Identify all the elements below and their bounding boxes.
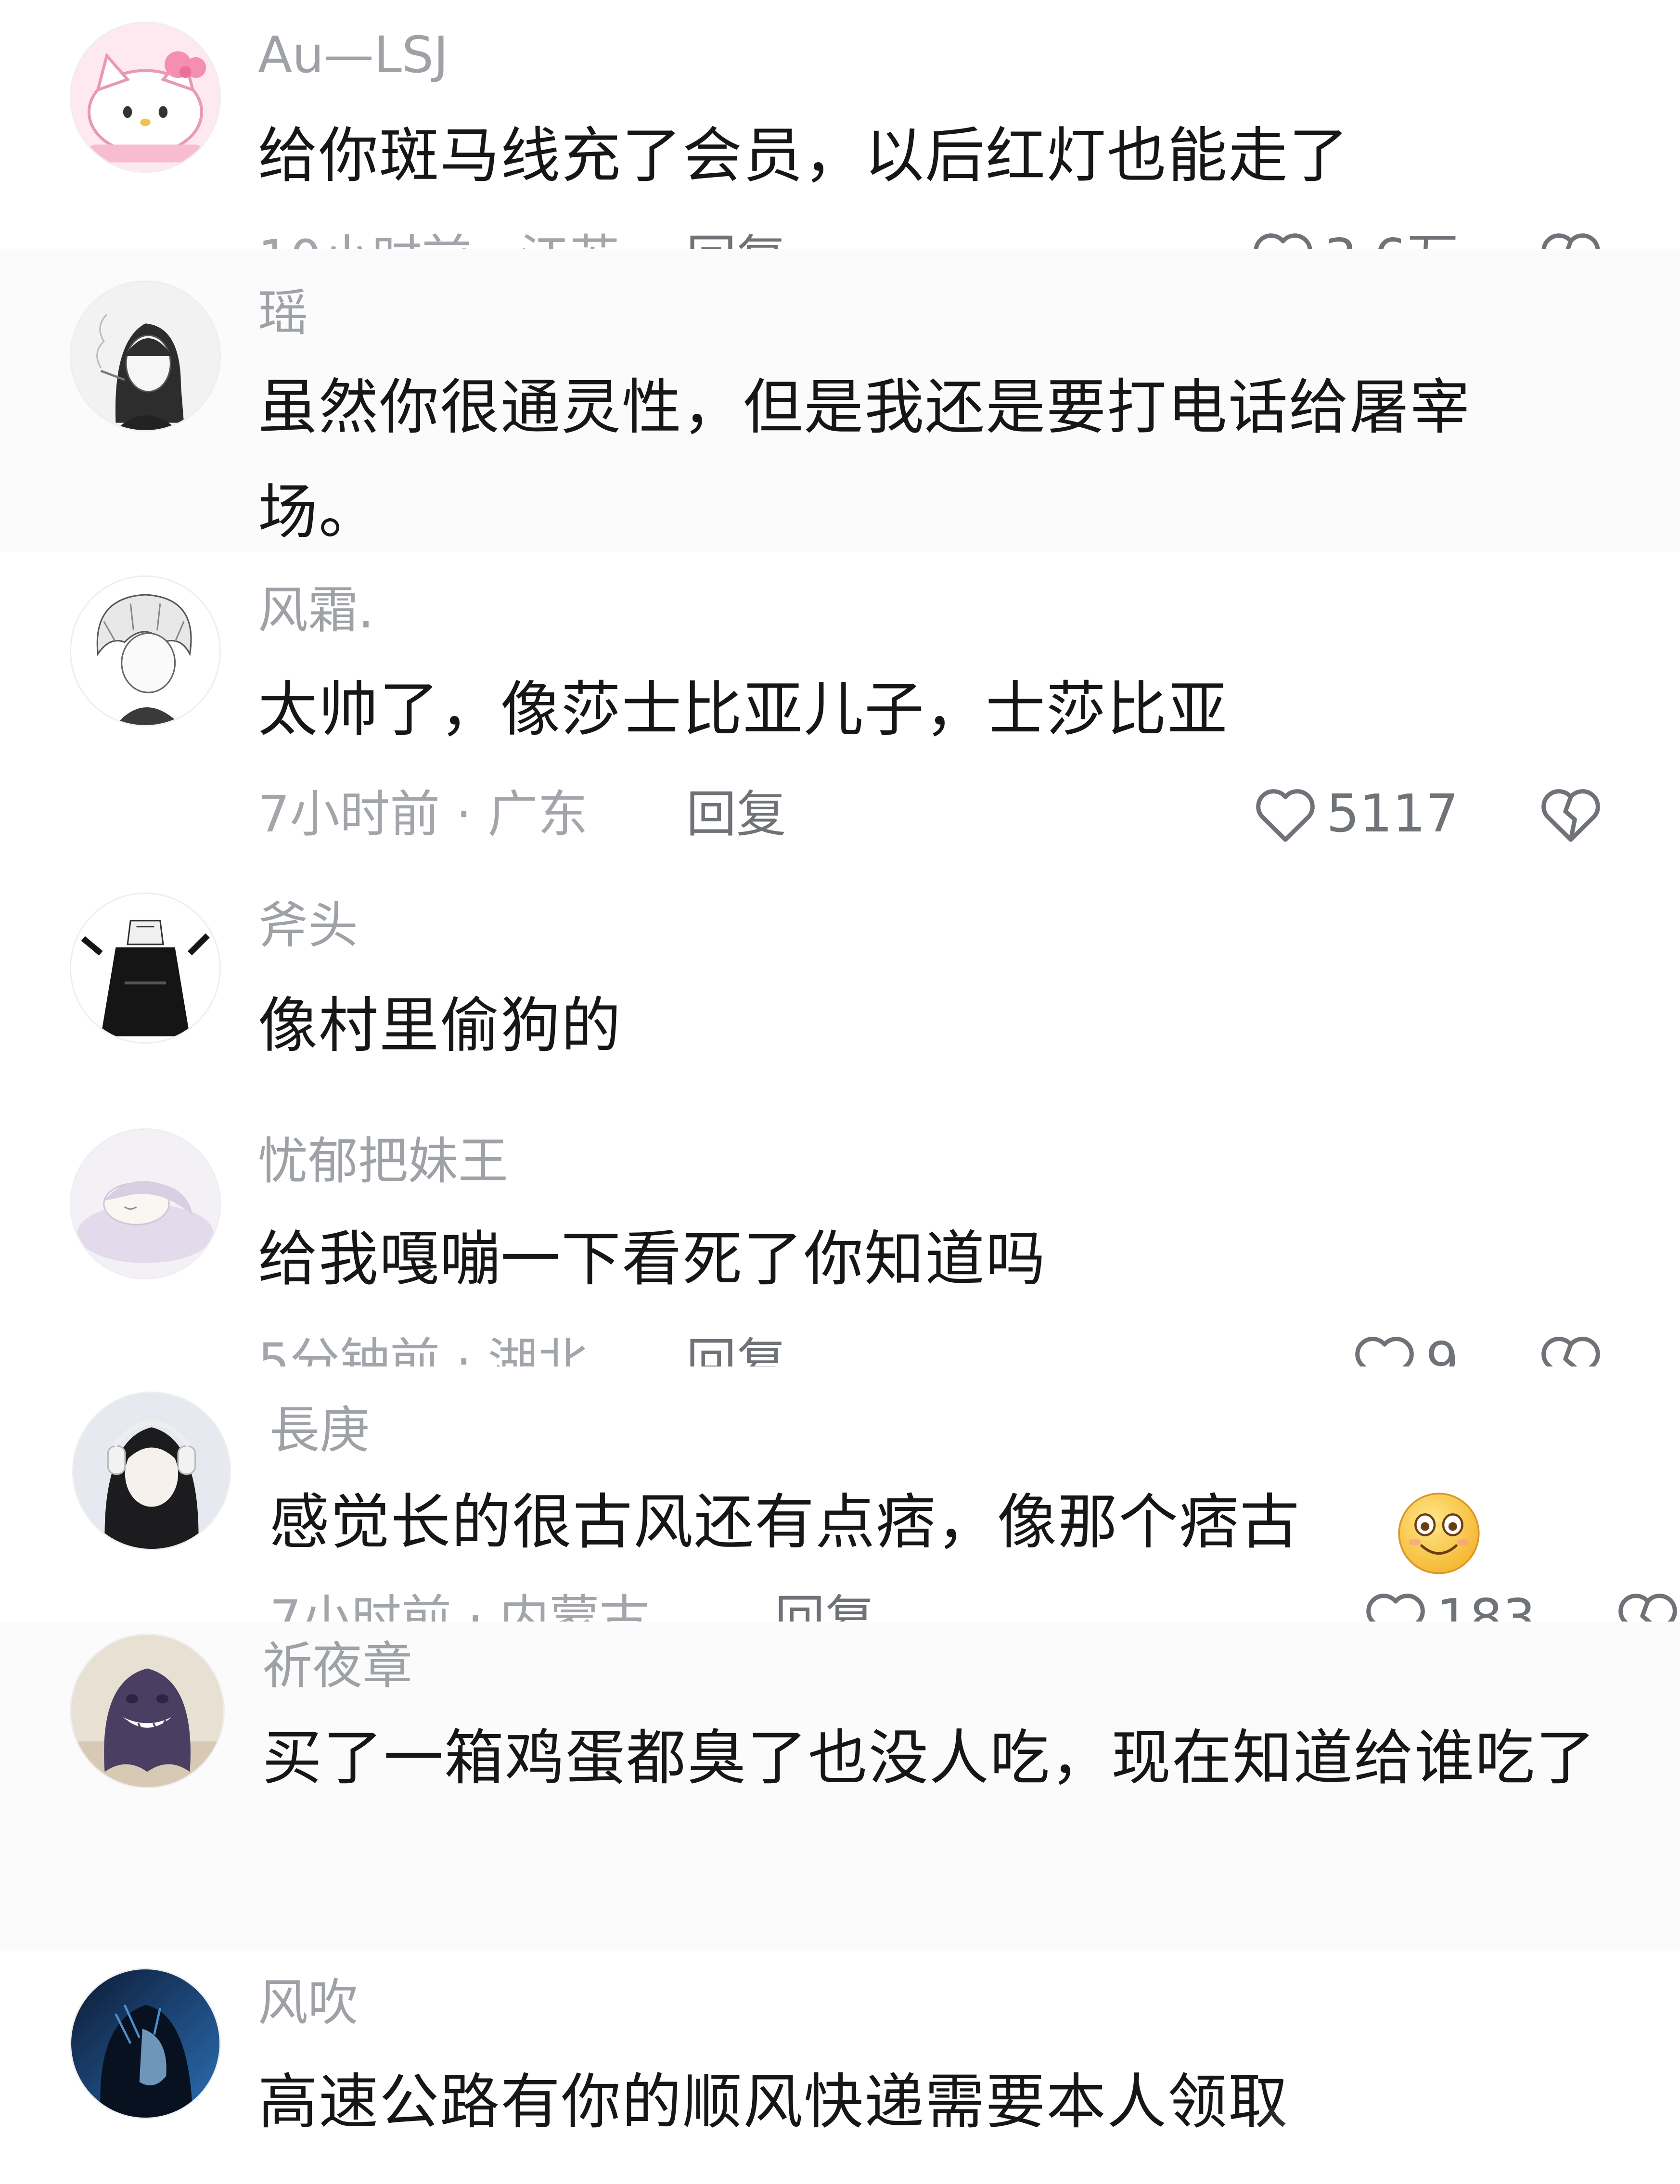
comment-card: 风霜. 太帅了，像莎士比亚儿子，士莎比亚 7小时前 · 广东 回复 5117 [0, 552, 1680, 872]
heart-outline-icon [1254, 233, 1312, 249]
comment-text: 像村里偷狗的 [258, 991, 622, 1060]
scroll-fade-overlay [1251, 2107, 1680, 2156]
comment-time-location: 7小时前 · 广东 [258, 785, 588, 843]
comment-card: 祈夜章 买了一箱鸡蛋都臭了也没人吃，现在知道给谁吃了 [0, 1622, 1680, 1951]
comment-card: 斧头 像村里偷狗的 [0, 872, 1680, 1113]
reply-button[interactable]: 回复 [775, 1594, 875, 1622]
dislike-button[interactable] [1539, 229, 1603, 249]
comment-text: 给我嘎嘣一下看死了你知道吗 [258, 1225, 1047, 1294]
girl-with-headphones-avatar-icon [74, 1393, 230, 1549]
sketch-white-hair-boy-avatar-icon [71, 577, 219, 725]
dark-anime-swordsman-avatar-icon [71, 894, 219, 1042]
heart-outline-icon [1366, 1594, 1425, 1622]
avatar[interactable] [72, 1392, 231, 1550]
comment-username[interactable]: 斧头 [258, 900, 358, 950]
like-button[interactable]: 9 [1352, 1332, 1459, 1367]
comment-time-location: 10小时前 · 江苏 [258, 233, 620, 249]
like-count: 9 [1425, 1331, 1459, 1367]
comment-text: 买了一箱鸡蛋都臭了也没人吃，现在知道给谁吃了 [262, 1724, 1597, 1793]
comment-meta: 7小时前 · 广东 回复 5117 [258, 784, 1622, 852]
broken-heart-icon [1541, 1337, 1600, 1367]
comment-text: 给你斑马线充了会员，以后红灯也能走了 [258, 121, 1350, 191]
reply-button[interactable]: 回复 [686, 1337, 786, 1367]
like-count: 183 [1436, 1588, 1536, 1622]
comment-username[interactable]: 長庚 [269, 1405, 370, 1455]
comment-username[interactable]: 祈夜章 [262, 1641, 412, 1691]
smiling-face-emoji [1396, 1490, 1482, 1577]
heart-outline-icon [1355, 1337, 1414, 1367]
broken-heart-icon [1618, 1594, 1677, 1622]
comment-time-location: 5分钟前 · 湖北 [258, 1332, 588, 1367]
like-button[interactable]: 183 [1363, 1589, 1536, 1622]
dislike-button[interactable] [1539, 1332, 1603, 1367]
purple-ghost-plush-avatar-icon [71, 1635, 223, 1787]
sketch-girl-smoking-avatar-icon [71, 282, 219, 430]
comment-text: 太帅了，像莎士比亚儿子，士莎比亚 [258, 675, 1229, 744]
avatar[interactable] [70, 575, 221, 727]
dislike-button[interactable] [1616, 1589, 1680, 1622]
like-button[interactable]: 5117 [1253, 784, 1459, 844]
comment-username[interactable]: 风吹 [258, 1978, 358, 2028]
broken-heart-icon [1541, 233, 1600, 249]
comment-meta: 5分钟前 · 湖北 回复 9 [258, 1332, 1622, 1367]
comment-username[interactable]: 瑶 [258, 288, 308, 338]
avatar[interactable] [70, 1634, 225, 1788]
dislike-button[interactable] [1539, 784, 1603, 852]
comment-meta: 10小时前 · 江苏 回复 3.6万 [258, 229, 1622, 249]
like-button[interactable]: 3.6万 [1251, 229, 1459, 249]
comment-time-location: 7小时前 · 内蒙古 [269, 1589, 650, 1622]
reply-button[interactable]: 回复 [686, 789, 786, 839]
avatar[interactable] [70, 22, 221, 173]
blue-portrait-avatar-icon [71, 1969, 219, 2118]
sleeping-girl-avatar-icon [71, 1130, 219, 1278]
hello-kitty-avatar-icon [71, 23, 219, 171]
comment-card: 瑶 虽然你很通灵性，但是我还是要打电话给屠宰场。 [0, 249, 1680, 552]
reply-button[interactable]: 回复 [686, 233, 786, 249]
comment-text: 虽然你很通灵性，但是我还是要打电话给屠宰场。 [258, 373, 1471, 547]
avatar[interactable] [70, 1128, 221, 1279]
comment-username[interactable]: 风霜. [258, 585, 374, 635]
comment-username[interactable]: Au—LSJ [258, 30, 449, 80]
comment-card: 長庚 感觉长的很古风还有点痞，像那个痞古 7小时前 · 内蒙古 回复 183 [0, 1367, 1680, 1622]
heart-outline-icon [1256, 789, 1315, 842]
avatar[interactable] [70, 893, 221, 1044]
like-count: 5117 [1326, 784, 1459, 844]
comment-card: Au—LSJ 给你斑马线充了会员，以后红灯也能走了 10小时前 · 江苏 回复 … [0, 0, 1680, 249]
broken-heart-icon [1541, 789, 1600, 842]
comment-meta: 7小时前 · 内蒙古 回复 183 [269, 1589, 1680, 1622]
comment-card: 忧郁把妹王 给我嘎嘣一下看死了你知道吗 5分钟前 · 湖北 回复 9 [0, 1113, 1680, 1367]
avatar[interactable] [70, 281, 221, 432]
comment-username[interactable]: 忧郁把妹王 [258, 1136, 508, 1186]
like-count: 3.6万 [1324, 232, 1459, 250]
avatar[interactable] [70, 1968, 221, 2119]
